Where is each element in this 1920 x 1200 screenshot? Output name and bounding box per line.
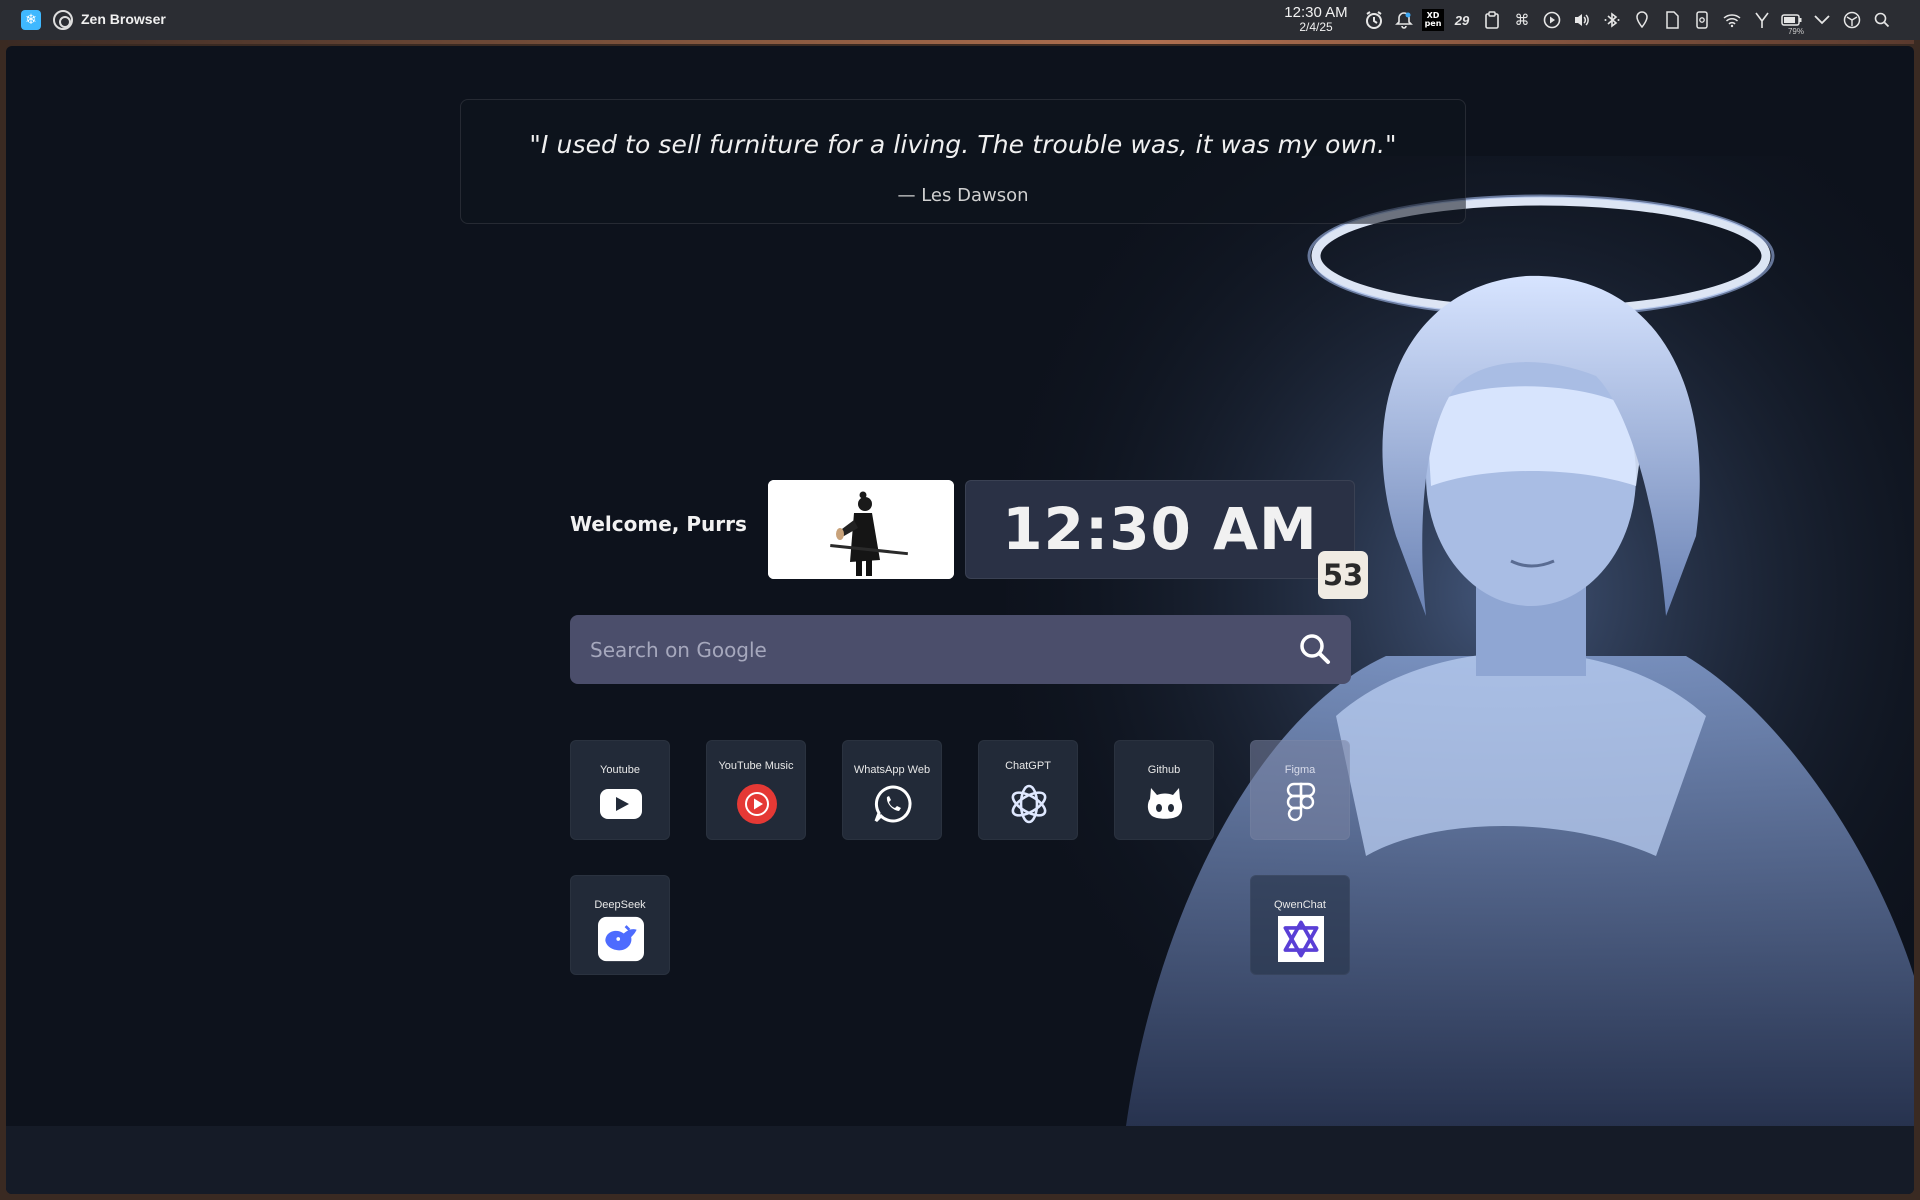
system-clock-time: 12:30 AM — [1284, 4, 1348, 21]
shortcut-github[interactable]: Github — [1114, 740, 1214, 840]
figma-icon — [1278, 781, 1324, 827]
shortcut-qwenchat[interactable]: QwenChat — [1250, 875, 1350, 975]
shortcut-whatsapp-web[interactable]: WhatsApp Web — [842, 740, 942, 840]
qwenchat-icon — [1278, 916, 1324, 962]
volume-icon[interactable] — [1570, 8, 1594, 32]
shortcut-label: Figma — [1284, 764, 1316, 776]
shortcut-youtube[interactable]: Youtube — [570, 740, 670, 840]
deepseek-icon — [598, 916, 644, 962]
samurai-image-card — [768, 480, 954, 579]
system-tray: XD pen 29 ⌘ 79% — [1362, 8, 1900, 36]
calendar-day-indicator[interactable]: 29 — [1450, 8, 1474, 32]
window-accent-border — [8, 40, 1914, 44]
vpn-y-icon[interactable] — [1750, 8, 1774, 32]
github-icon — [1142, 781, 1188, 827]
media-play-icon[interactable] — [1540, 8, 1564, 32]
system-clock-date: 2/4/25 — [1299, 20, 1333, 34]
shortcut-label: WhatsApp Web — [853, 764, 931, 776]
shortcut-label: Youtube — [600, 764, 640, 776]
package-cube-icon[interactable] — [1840, 8, 1864, 32]
new-tab-page: "I used to sell furniture for a living. … — [6, 46, 1914, 1194]
kde-launcher-icon[interactable]: ❄ — [21, 10, 41, 30]
chevron-down-icon[interactable] — [1810, 8, 1834, 32]
quote-author: — Les Dawson — [897, 185, 1029, 206]
welcome-greeting: Welcome, Purrs — [570, 512, 747, 536]
youtube-icon — [598, 781, 644, 827]
shortcut-label: DeepSeek — [594, 899, 646, 911]
battery-icon[interactable]: 79% — [1780, 8, 1804, 36]
system-top-bar: ❄ Zen Browser 12:30 AM 2/4/25 XD pen 29 ⌘ — [0, 0, 1920, 40]
active-app-title: Zen Browser — [81, 11, 166, 27]
shortcut-label: YouTube Music — [718, 760, 794, 772]
battery-percent: 79% — [1787, 27, 1804, 36]
shortcut-youtube-music[interactable]: YouTube Music — [706, 740, 806, 840]
quote-card: "I used to sell furniture for a living. … — [460, 99, 1466, 224]
chatgpt-icon — [1006, 781, 1052, 827]
zen-browser-icon — [53, 10, 73, 30]
xdpen-badge-icon[interactable]: XD pen — [1422, 9, 1444, 31]
clock-seconds-badge: 53 — [1318, 551, 1368, 599]
system-clock[interactable]: 12:30 AM 2/4/25 — [1280, 4, 1352, 34]
search-icon[interactable] — [1870, 8, 1894, 32]
wifi-icon[interactable] — [1720, 8, 1744, 32]
notifications-bell-icon[interactable] — [1392, 8, 1416, 32]
search-input[interactable] — [590, 615, 1270, 684]
shortcut-label: QwenChat — [1274, 899, 1326, 911]
shortcut-label: Github — [1147, 764, 1181, 776]
location-pin-icon[interactable] — [1630, 8, 1654, 32]
youtube-music-icon — [734, 781, 780, 827]
clock-time: 12:30 AM — [1002, 495, 1318, 563]
clock-widget: 12:30 AM — [965, 480, 1355, 579]
page-bottom-strip — [6, 1126, 1914, 1194]
search-button[interactable] — [1296, 631, 1334, 669]
shortcut-label: ChatGPT — [1005, 760, 1051, 772]
storage-card-icon[interactable] — [1660, 8, 1684, 32]
samurai-figure-image — [768, 480, 954, 579]
command-key-icon[interactable]: ⌘ — [1510, 8, 1534, 32]
google-search-bar — [570, 615, 1351, 684]
shortcut-deepseek[interactable]: DeepSeek — [570, 875, 670, 975]
bluetooth-icon[interactable] — [1600, 8, 1624, 32]
alarm-clock-icon[interactable] — [1362, 8, 1386, 32]
quote-text: "I used to sell furniture for a living. … — [529, 130, 1397, 159]
clipboard-icon[interactable] — [1480, 8, 1504, 32]
magnifier-icon — [1300, 633, 1330, 664]
shortcut-figma[interactable]: Figma — [1250, 740, 1350, 840]
phone-connect-icon[interactable] — [1690, 8, 1714, 32]
shortcut-chatgpt[interactable]: ChatGPT — [978, 740, 1078, 840]
whatsapp-icon — [870, 781, 916, 827]
